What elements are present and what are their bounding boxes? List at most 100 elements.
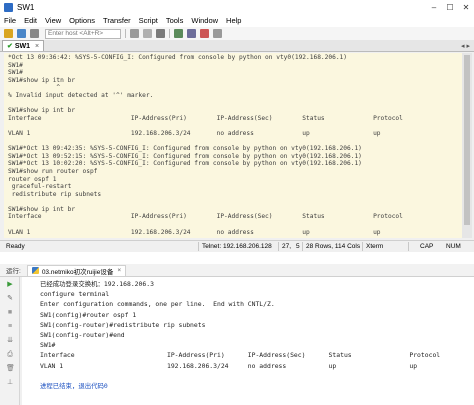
- terminal-line: % Invalid input detected at '^' marker.: [8, 91, 154, 99]
- console-line: SW1(config)#router ospf 1: [40, 310, 137, 319]
- menu-options[interactable]: Options: [69, 16, 95, 25]
- terminal-line: *Oct 13 09:36:42: %SYS-5-CONFIG_I: Confi…: [8, 54, 347, 61]
- keymap-icon[interactable]: [200, 29, 209, 38]
- copy-icon[interactable]: [130, 29, 139, 38]
- run-sidebar: ▶ ✎ ■ ≡ ⇊ ⎙ 🗑 ⊥: [0, 277, 20, 405]
- stop-icon[interactable]: ■: [6, 309, 14, 317]
- menu-tools[interactable]: Tools: [166, 16, 184, 25]
- status-ready: Ready: [6, 243, 25, 250]
- terminal-line: graceful-restart: [8, 183, 72, 191]
- paste-icon[interactable]: [143, 29, 152, 38]
- app-icon: [4, 2, 13, 12]
- console-line: Interface IP-Address(Pri) IP-Address(Sec…: [40, 351, 441, 360]
- status-caps: CAP: [420, 243, 434, 250]
- title-bar: SW1 – ☐ ✕: [0, 0, 474, 14]
- print-icon[interactable]: ⎙: [6, 351, 14, 359]
- print-icon[interactable]: [174, 29, 183, 38]
- terminal-line: SW1#show run router ospf: [8, 167, 98, 175]
- wrench-icon[interactable]: ✎: [6, 295, 14, 303]
- python-file-icon: [31, 267, 39, 274]
- terminal-line: ^: [8, 84, 61, 92]
- menu-script[interactable]: Script: [139, 16, 158, 25]
- help-icon[interactable]: [213, 29, 222, 38]
- terminal-line: redistribute rip subnets: [8, 190, 102, 198]
- console-line: 已经成功登录交换机：192.168.206.3: [40, 280, 154, 288]
- run-config-tab[interactable]: 03.netmiko初次ruijie设备 ×: [26, 264, 127, 276]
- tab-scroll-arrows-icon[interactable]: ◂ ▸: [461, 42, 470, 50]
- console-line: SW1(config-router)#redistribute rip subn…: [40, 320, 206, 329]
- status-divider: [362, 242, 363, 251]
- console-exit-line: 进程已结束，退出代码0: [40, 382, 108, 391]
- window-controls: – ☐ ✕: [426, 3, 474, 12]
- close-run-tab-icon[interactable]: ×: [117, 267, 121, 274]
- session-tab-bar: ✔ SW1 × ◂ ▸: [0, 40, 474, 52]
- minimize-button[interactable]: –: [426, 3, 442, 12]
- close-button[interactable]: ✕: [458, 3, 474, 12]
- menu-bar: File Edit View Options Transfer Script T…: [0, 14, 474, 27]
- status-divider: [302, 242, 303, 251]
- status-num: NUM: [446, 243, 461, 250]
- terminal-line: SW1#*Oct 13 09:52:15: %SYS-5-CONFIG_I: C…: [8, 152, 362, 160]
- menu-file[interactable]: File: [4, 16, 16, 25]
- menu-help[interactable]: Help: [226, 16, 241, 25]
- toolbar-separator: [169, 29, 170, 38]
- terminal-line: VLAN 1 192.168.206.3/24 no address up up: [8, 129, 381, 137]
- menu-view[interactable]: View: [45, 16, 61, 25]
- scrollbar-thumb[interactable]: [464, 55, 470, 225]
- console-line: SW1#: [40, 341, 56, 350]
- run-console-output[interactable]: 已经成功登录交换机：192.168.206.3 configure termina…: [22, 277, 474, 405]
- connected-check-icon: ✔: [7, 43, 13, 50]
- terminal-line: SW1#: [8, 69, 23, 77]
- settings-icon[interactable]: [187, 29, 196, 38]
- terminal-line: SW1#: [8, 61, 23, 69]
- terminal-scrollbar[interactable]: [462, 53, 472, 238]
- menu-transfer[interactable]: Transfer: [103, 16, 131, 25]
- run-config-label: 03.netmiko初次ruijie设备: [41, 268, 114, 276]
- quick-connect-icon[interactable]: [17, 29, 26, 38]
- terminal-line: router ospf 1: [8, 175, 57, 183]
- reconnect-icon[interactable]: [30, 29, 39, 38]
- menu-edit[interactable]: Edit: [24, 16, 37, 25]
- menu-window[interactable]: Window: [191, 16, 218, 25]
- maximize-button[interactable]: ☐: [442, 3, 458, 12]
- status-connection: Telnet: 192.168.206.128: [202, 243, 272, 250]
- terminal-line: VLAN 1 192.168.206.3/24 no address up up: [8, 228, 381, 236]
- status-term: Xterm: [366, 243, 384, 250]
- rerun-icon[interactable]: ▶: [6, 281, 14, 289]
- terminal-line: SW1#show ip int br: [8, 107, 76, 115]
- console-line: Enter configuration commands, one per li…: [40, 300, 275, 309]
- tab-sw1[interactable]: ✔ SW1 ×: [2, 40, 45, 51]
- scroll-end-icon[interactable]: ⇊: [6, 337, 14, 345]
- host-input[interactable]: Enter host <Alt+R>: [45, 28, 121, 39]
- run-tool-bar: 运行: 03.netmiko初次ruijie设备 ×: [0, 264, 474, 277]
- run-label: 运行:: [6, 268, 21, 275]
- status-divider: [278, 242, 279, 251]
- console-line: SW1(config-router)#end: [40, 331, 125, 340]
- console-line: configure terminal: [40, 290, 110, 299]
- status-divider: [198, 242, 199, 251]
- status-row: 27,: [282, 243, 292, 250]
- find-icon[interactable]: [156, 29, 165, 38]
- pin-icon[interactable]: ⊥: [6, 379, 14, 387]
- close-tab-icon[interactable]: ×: [35, 43, 39, 50]
- status-divider: [408, 242, 409, 251]
- window-title: SW1: [17, 2, 35, 12]
- connect-icon[interactable]: [4, 29, 13, 38]
- console-line: VLAN 1 192.168.206.3/24 no address up up: [40, 361, 418, 370]
- status-bar: Ready Telnet: 192.168.206.128 27, 5 28 R…: [0, 240, 474, 252]
- soft-wrap-icon[interactable]: ≡: [6, 323, 14, 331]
- trash-icon[interactable]: 🗑: [6, 365, 15, 373]
- status-size: 28 Rows, 114 Cols: [306, 243, 361, 250]
- terminal-output[interactable]: *Oct 13 09:36:42: %SYS-5-CONFIG_I: Confi…: [4, 53, 462, 238]
- terminal-line: SW1#*Oct 13 10:02:20: %SYS-5-CONFIG_I: C…: [8, 160, 362, 168]
- toolbar: Enter host <Alt+R>: [0, 27, 474, 40]
- terminal-line: SW1#show ip int br: [8, 205, 76, 213]
- terminal-line: Interface IP-Address(Pri) IP-Address(Sec…: [8, 213, 403, 221]
